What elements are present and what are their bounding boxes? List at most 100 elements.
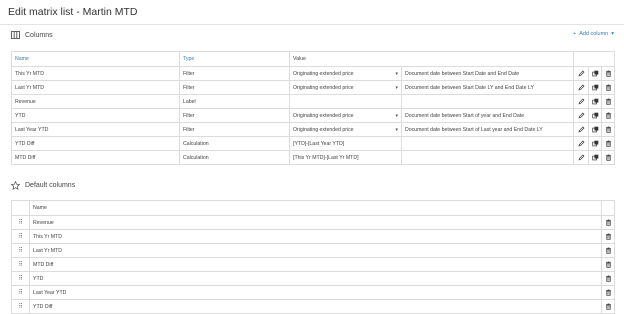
columns-table-header: Name Type Value xyxy=(11,51,616,67)
plus-icon: + xyxy=(572,31,577,37)
column-value-cell[interactable]: Originating extended price ▾ xyxy=(289,80,402,95)
duplicate-button[interactable] xyxy=(588,122,603,137)
drag-handle-icon: ⠿ xyxy=(18,220,23,226)
column-value-cell[interactable]: Originating extended price ▾ xyxy=(289,108,402,123)
delete-button[interactable] xyxy=(601,66,616,81)
duplicate-button[interactable] xyxy=(588,150,603,165)
drag-handle-icon: ⠿ xyxy=(18,290,23,296)
drag-handle[interactable]: ⠿ xyxy=(11,271,30,286)
pencil-icon xyxy=(578,84,585,91)
value-select[interactable]: Originating extended price ▾ xyxy=(293,85,398,91)
duplicate-button[interactable] xyxy=(588,108,603,123)
delete-button[interactable] xyxy=(601,229,615,244)
value-select-text: Originating extended price xyxy=(293,112,354,119)
chevron-down-icon: ▾ xyxy=(395,112,398,119)
default-column-name: Revenue xyxy=(29,215,602,230)
delete-button[interactable] xyxy=(601,94,616,109)
trash-icon xyxy=(605,140,612,147)
table-row: Last Year YTD Filter Originating extended … xyxy=(11,122,616,137)
value-select-text: Originating extended price xyxy=(293,84,354,91)
delete-button[interactable] xyxy=(601,108,616,123)
title-divider xyxy=(0,24,624,25)
value-select[interactable]: Originating extended price ▾ xyxy=(293,127,398,133)
delete-button[interactable] xyxy=(601,285,615,300)
list-item: ⠿ This Yr MTD xyxy=(11,229,615,244)
columns-table: Name Type Value This Yr MTD Filter Origina… xyxy=(11,51,616,165)
columns-section-header: Columns xyxy=(11,31,53,39)
edit-button[interactable] xyxy=(573,122,590,137)
drag-handle[interactable]: ⠿ xyxy=(11,229,30,244)
list-item: ⠿ YTD Diff xyxy=(11,299,615,314)
duplicate-button[interactable] xyxy=(588,80,603,95)
default-header-actions xyxy=(601,200,615,216)
delete-button[interactable] xyxy=(601,243,615,258)
table-row: MTD Diff Calculation [This Yr MTD]-[Last Y… xyxy=(11,150,616,165)
delete-button[interactable] xyxy=(601,122,616,137)
table-row: YTD Diff Calculation [YTD]-[Last Year YTD] xyxy=(11,136,616,151)
column-name-cell: Last Year YTD xyxy=(11,122,180,137)
columns-section-title: Columns xyxy=(25,31,53,39)
trash-icon xyxy=(605,303,612,310)
pencil-icon xyxy=(578,112,585,119)
trash-icon xyxy=(605,84,612,91)
list-item: ⠿ Revenue xyxy=(11,215,615,230)
default-columns-title: Default columns xyxy=(25,182,76,189)
star-icon xyxy=(11,181,20,190)
col-header-type[interactable]: Type xyxy=(179,51,290,67)
duplicate-button[interactable] xyxy=(588,136,603,151)
duplicate-button[interactable] xyxy=(588,66,603,81)
add-column-button[interactable]: + Add column ▾ xyxy=(573,31,614,37)
column-filter-cell xyxy=(400,136,575,151)
edit-button[interactable] xyxy=(573,94,590,109)
column-value-cell[interactable]: Originating extended price ▾ xyxy=(289,122,402,137)
col-header-actions xyxy=(573,51,616,67)
value-select-text: Originating extended price xyxy=(293,70,354,77)
delete-button[interactable] xyxy=(601,299,615,314)
column-type-cell: Calculation xyxy=(179,136,290,151)
table-row: YTD Filter Originating extended price ▾ Docu… xyxy=(11,108,616,123)
delete-button[interactable] xyxy=(601,215,615,230)
value-select[interactable]: Originating extended price ▾ xyxy=(293,113,398,119)
edit-button[interactable] xyxy=(573,108,590,123)
column-name-cell: Revenue xyxy=(11,94,180,109)
drag-handle-icon: ⠿ xyxy=(18,234,23,240)
drag-handle[interactable]: ⠿ xyxy=(11,299,30,314)
delete-button[interactable] xyxy=(601,150,616,165)
column-filter-cell: Document date between Start Date and End… xyxy=(400,66,575,81)
column-value-cell[interactable]: Originating extended price ▾ xyxy=(289,66,402,81)
delete-button[interactable] xyxy=(601,136,616,151)
edit-button[interactable] xyxy=(573,136,590,151)
pencil-icon xyxy=(578,98,585,105)
trash-icon xyxy=(605,154,612,161)
value-select[interactable]: Originating extended price ▾ xyxy=(293,71,398,77)
edit-button[interactable] xyxy=(573,80,590,95)
pencil-icon xyxy=(578,70,585,77)
edit-button[interactable] xyxy=(573,150,590,165)
duplicate-button[interactable] xyxy=(588,94,603,109)
drag-handle[interactable]: ⠿ xyxy=(11,243,30,258)
default-column-name: MTD Diff xyxy=(29,257,602,272)
delete-button[interactable] xyxy=(601,257,615,272)
drag-handle[interactable]: ⠿ xyxy=(11,215,30,230)
table-row: Last Yr MTD Filter Originating extended pr… xyxy=(11,80,616,95)
default-header-grip xyxy=(11,200,30,216)
column-name-cell: This Yr MTD xyxy=(11,66,180,81)
col-header-name[interactable]: Name xyxy=(11,51,180,67)
drag-handle-icon: ⠿ xyxy=(18,248,23,254)
chevron-down-icon: ▾ xyxy=(395,84,398,91)
column-type-cell: Filter xyxy=(179,108,290,123)
default-column-name: Last Yr MTD xyxy=(29,243,602,258)
copy-icon xyxy=(591,84,599,91)
column-value-cell xyxy=(289,94,402,109)
edit-button[interactable] xyxy=(573,66,590,81)
add-column-label: Add column xyxy=(579,31,609,37)
default-column-name: YTD Diff xyxy=(29,299,602,314)
column-value-cell: [YTD]-[Last Year YTD] xyxy=(289,136,402,151)
pencil-icon xyxy=(578,140,585,147)
trash-icon xyxy=(605,275,612,282)
delete-button[interactable] xyxy=(601,271,615,286)
default-columns-section-header: Default columns xyxy=(11,181,75,190)
delete-button[interactable] xyxy=(601,80,616,95)
drag-handle[interactable]: ⠿ xyxy=(11,285,30,300)
drag-handle[interactable]: ⠿ xyxy=(11,257,30,272)
